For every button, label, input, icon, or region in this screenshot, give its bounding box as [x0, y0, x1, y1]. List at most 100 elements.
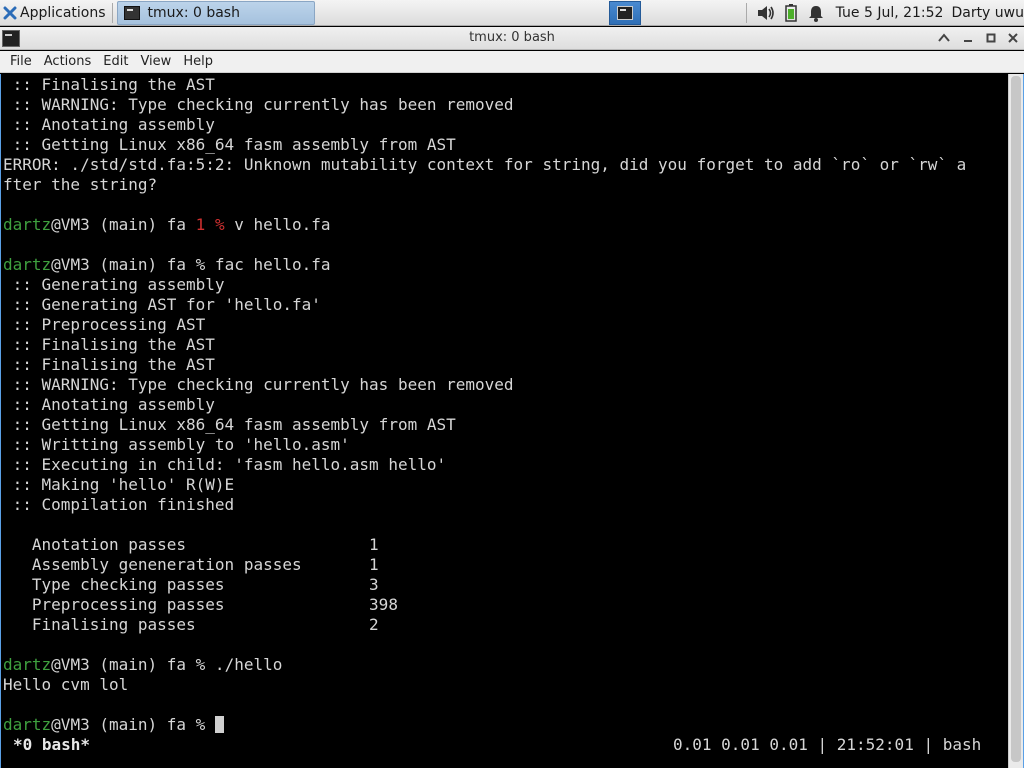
prompt-username: dartz — [3, 715, 52, 734]
terminal-line: Finalising passes 2 — [3, 615, 1007, 635]
terminal-cursor — [214, 716, 224, 733]
prompt-username: dartz — [3, 215, 52, 234]
terminal-text: :: Finalising the AST — [3, 355, 215, 374]
terminal-text: :: Anotating assembly — [3, 395, 215, 414]
chevron-up-icon — [938, 33, 950, 42]
terminal-line: dartz@VM3 (main) fa 1 % v hello.fa — [3, 215, 1007, 235]
terminal-text: Preprocessing passes 398 — [3, 595, 398, 614]
terminal-text: @VM3 (main) fa — [51, 215, 196, 234]
terminal-text: @VM3 (main) fa % ./hello — [51, 655, 283, 674]
terminal-text: fter the string? — [3, 175, 158, 194]
battery-icon[interactable] — [780, 2, 802, 24]
terminal-text: :: Generating assembly — [3, 275, 225, 294]
terminal-text: :: Getting Linux x86_64 fasm assembly fr… — [3, 415, 456, 434]
maximize-window-button[interactable] — [983, 30, 999, 46]
terminal-line: :: Finalising the AST — [3, 75, 1007, 95]
terminal-line: :: Finalising the AST — [3, 335, 1007, 355]
terminal-text: v hello.fa — [224, 215, 331, 234]
terminal-line: :: Anotating assembly — [3, 395, 1007, 415]
volume-icon[interactable] — [755, 2, 777, 24]
terminal-line: Hello cvm lol — [3, 675, 1007, 695]
terminal-text: ERROR: ./std/std.fa:5:2: Unknown mutabil… — [3, 155, 967, 174]
terminal-line: :: Compilation finished — [3, 495, 1007, 515]
terminal-icon — [123, 5, 140, 20]
applications-menu-button[interactable]: Applications — [0, 0, 110, 26]
top-panel: Applications tmux: 0 bash Tue 5 Jul, 21:… — [0, 0, 1024, 26]
panel-clock[interactable]: Tue 5 Jul, 21:52 — [836, 5, 944, 21]
terminal-text: :: Executing in child: 'fasm hello.asm h… — [3, 455, 447, 474]
scrollbar-thumb[interactable] — [1011, 76, 1021, 762]
terminal-line: :: Preprocessing AST — [3, 315, 1007, 335]
terminal-text: Anotation passes 1 — [3, 535, 379, 554]
terminal-line: :: WARNING: Type checking currently has … — [3, 375, 1007, 395]
terminal-text: :: Preprocessing AST — [3, 315, 206, 334]
menu-help[interactable]: Help — [177, 54, 219, 69]
menu-file[interactable]: File — [4, 54, 38, 69]
terminal-line: :: Anotating assembly — [3, 115, 1007, 135]
terminal-line: :: WARNING: Type checking currently has … — [3, 95, 1007, 115]
minimize-window-button[interactable] — [960, 30, 976, 46]
tmux-window-list: *0 bash* — [13, 735, 91, 754]
menu-edit[interactable]: Edit — [97, 54, 134, 69]
terminal-text: :: Generating AST for 'hello.fa' — [3, 295, 321, 314]
terminal-text: :: Anotating assembly — [3, 115, 215, 134]
terminal-line: :: Generating AST for 'hello.fa' — [3, 295, 1007, 315]
terminal-text: :: Making 'hello' R(W)E — [3, 475, 235, 494]
prompt-username: dartz — [3, 655, 52, 674]
terminal-line: Type checking passes 3 — [3, 575, 1007, 595]
terminal-line: :: Getting Linux x86_64 fasm assembly fr… — [3, 415, 1007, 435]
terminal-line: Assembly geneneration passes 1 — [3, 555, 1007, 575]
menu-view[interactable]: View — [134, 54, 177, 69]
terminal-output: :: Finalising the AST :: WARNING: Type c… — [3, 75, 1007, 735]
terminal-text: Hello cvm lol — [3, 675, 129, 694]
terminal-text: @VM3 (main) fa % fac hello.fa — [51, 255, 331, 274]
menu-actions[interactable]: Actions — [38, 54, 98, 69]
terminal-line: :: Executing in child: 'fasm hello.asm h… — [3, 455, 1007, 475]
terminal-text: :: Finalising the AST — [3, 75, 215, 94]
tmux-status-info: 0.01 0.01 0.01 | 21:52:01 | bash — [673, 735, 982, 754]
terminal-scrollbar[interactable] — [1008, 74, 1023, 768]
terminal-text: :: Compilation finished — [3, 495, 235, 514]
window-title: tmux: 0 bash — [469, 30, 555, 45]
terminal-text: :: Finalising the AST — [3, 335, 215, 354]
prompt-username: dartz — [3, 255, 52, 274]
terminal-text: Finalising passes 2 — [3, 615, 379, 634]
panel-user-name[interactable]: Darty uwu — [951, 5, 1024, 21]
shade-window-button[interactable] — [936, 30, 952, 46]
terminal-line: :: Making 'hello' R(W)E — [3, 475, 1007, 495]
workspace-switcher-button[interactable] — [609, 1, 641, 25]
terminal-line: :: Generating assembly — [3, 275, 1007, 295]
terminal-line: Anotation passes 1 — [3, 535, 1007, 555]
terminal-line: :: Writting assembly to 'hello.asm' — [3, 435, 1007, 455]
terminal-line: fter the string? — [3, 175, 1007, 195]
window-title-bar[interactable]: tmux: 0 bash — [0, 27, 1024, 50]
terminal-text: Type checking passes 3 — [3, 575, 379, 594]
terminal-text: :: Getting Linux x86_64 fasm assembly fr… — [3, 135, 456, 154]
terminal-text: @VM3 (main) fa % — [51, 715, 215, 734]
terminal-line: :: Getting Linux x86_64 fasm assembly fr… — [3, 135, 1007, 155]
xfce-logo-icon — [3, 6, 17, 19]
prompt-exit-status: 1 % — [195, 215, 225, 234]
taskbar-button-label: tmux: 0 bash — [147, 4, 240, 21]
terminal-line: ERROR: ./std/std.fa:5:2: Unknown mutabil… — [3, 155, 1007, 175]
terminal-line: Preprocessing passes 398 — [3, 595, 1007, 615]
terminal-line: :: Finalising the AST — [3, 355, 1007, 375]
close-icon — [1008, 33, 1018, 43]
terminal-line: dartz@VM3 (main) fa % fac hello.fa — [3, 255, 1007, 275]
panel-separator — [111, 2, 113, 23]
menu-bar: File Actions Edit View Help — [0, 51, 1024, 73]
close-window-button[interactable] — [1005, 30, 1021, 46]
minimize-icon — [964, 40, 972, 42]
system-tray: Tue 5 Jul, 21:52 Darty uwu — [745, 0, 1024, 26]
panel-separator — [745, 3, 747, 23]
terminal-area[interactable]: :: Finalising the AST :: WARNING: Type c… — [0, 74, 1024, 768]
maximize-icon — [986, 33, 996, 43]
taskbar-button-tmux[interactable]: tmux: 0 bash — [116, 0, 315, 25]
terminal-text: :: WARNING: Type checking currently has … — [3, 375, 514, 394]
terminal-icon — [617, 6, 633, 20]
notification-bell-icon[interactable] — [805, 2, 827, 24]
